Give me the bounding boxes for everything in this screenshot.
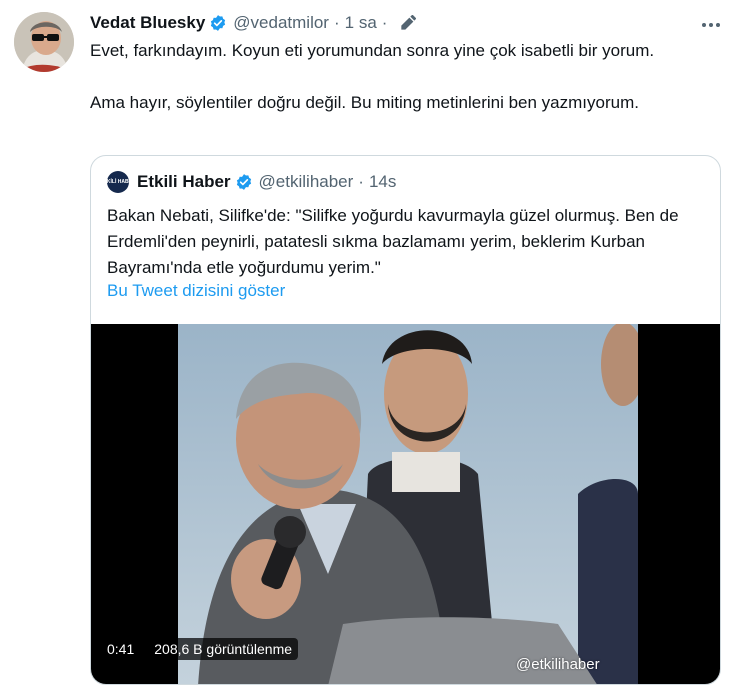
video-badges: 0:41 208,6 B görüntülenme	[101, 638, 299, 660]
separator-dot: ·	[381, 13, 388, 32]
video-watermark: @etkilihaber	[516, 656, 600, 673]
video-frame	[178, 324, 638, 684]
separator-dot: ·	[333, 13, 340, 32]
verified-badge-icon	[209, 14, 227, 32]
quoted-tweet-header: ETKİLİ HABER Etkili Haber @etkilihaber ·…	[101, 171, 396, 193]
quoted-author-avatar[interactable]: ETKİLİ HABER	[101, 171, 136, 193]
tweet-header: Vedat Bluesky @vedatmilor · 1 sa ·	[90, 12, 417, 34]
separator-dot: ·	[358, 172, 364, 191]
author-name[interactable]: Vedat Bluesky	[90, 13, 205, 33]
tweet-timestamp[interactable]: 1 sa	[345, 13, 377, 33]
quoted-avatar-logo-text: ETKİLİ HABER	[100, 178, 136, 185]
video-player[interactable]	[91, 324, 720, 684]
video-view-count: 208,6 B görüntülenme	[148, 638, 299, 660]
tweet-paragraph: Evet, farkındayım. Koyun eti yorumundan …	[90, 41, 655, 60]
quoted-author-name[interactable]: Etkili Haber	[137, 172, 231, 192]
pencil-icon[interactable]	[400, 15, 417, 31]
author-handle[interactable]: @vedatmilor	[233, 13, 329, 33]
quoted-tweet-timestamp[interactable]: 14s	[369, 172, 396, 192]
tweet-paragraph: Ama hayır, söylentiler doğru değil. Bu m…	[90, 93, 639, 112]
verified-badge-icon	[235, 173, 253, 191]
show-thread-link[interactable]: Bu Tweet dizisini göster	[107, 281, 285, 301]
quoted-tweet-text: Bakan Nebati, Silifke'de: "Silifke yoğur…	[107, 206, 679, 277]
quoted-author-handle[interactable]: @etkilihaber	[259, 172, 354, 192]
author-avatar[interactable]	[14, 12, 74, 72]
video-duration: 0:41	[101, 638, 141, 660]
more-options-button[interactable]	[698, 14, 724, 34]
tweet-text: Evet, farkındayım. Koyun eti yorumundan …	[90, 38, 710, 116]
more-horizontal-icon	[701, 15, 721, 33]
quoted-tweet-card[interactable]: ETKİLİ HABER Etkili Haber @etkilihaber ·…	[90, 155, 721, 685]
